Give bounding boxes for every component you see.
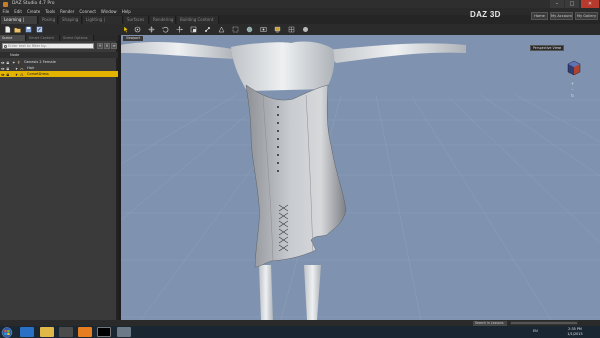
menu-edit[interactable]: Edit [12,8,25,15]
remove-node-button[interactable]: × [104,43,110,49]
home-link[interactable]: Home [531,12,548,20]
save-icon[interactable] [25,26,32,33]
tree-header-label: Node [10,53,20,57]
render-icon[interactable] [274,26,281,33]
hair-icon [20,66,24,70]
camera-selector[interactable]: Perspective View ▾ [530,45,564,51]
progress-bar [510,321,578,325]
tab-lighting-camera[interactable]: Lighting | Camera [83,16,123,30]
scene-toolbar [121,24,600,35]
tab-posing[interactable]: Posing [39,16,58,24]
app-icon [3,1,8,7]
tab-building-content[interactable]: Building Content [177,16,219,24]
tab-learning-creating[interactable]: Learning | Creating [1,16,38,30]
taskbar-clock[interactable]: 2:35 PM 1/1/2015 [558,326,592,338]
viewport-tab[interactable]: Viewport [123,36,143,41]
taskbar-ie-icon[interactable] [20,327,34,337]
taskbar-firefox-icon[interactable] [78,327,92,337]
node-select-icon[interactable] [134,26,141,33]
menu-tools[interactable]: Tools [43,8,58,15]
chevron-down-icon: ▾ [559,46,561,50]
render-settings-icon[interactable] [246,26,253,33]
camera-label: Perspective View [533,46,561,50]
title-bar: DAZ Studio 4.7 Pro – □ ✕ [0,0,600,8]
menu-connect[interactable]: Connect [77,8,99,15]
window-title: DAZ Studio 4.7 Pro [12,1,55,6]
eye-icon[interactable] [1,60,5,64]
expand-arrow-icon[interactable] [15,66,19,70]
tab-scene[interactable]: Scene [0,35,26,41]
maximize-button[interactable]: □ [565,0,579,8]
tree-header: Node [0,52,118,58]
expand-arrow-icon[interactable] [12,60,16,64]
menu-help[interactable]: Help [119,8,133,15]
start-button-icon[interactable] [1,326,13,338]
scale-tool-icon[interactable] [190,26,197,33]
rotate-tool-icon[interactable] [162,26,169,33]
brand-logo: DAZ 3D [470,10,501,19]
menu-window[interactable]: Window [98,8,119,15]
tab-rendering[interactable]: Rendering [150,16,176,24]
menu-render[interactable]: Render [58,8,77,15]
node-label: CorsetDress [27,72,49,76]
search-icon [3,44,7,48]
lock-icon[interactable] [6,72,10,77]
add-node-button[interactable]: + [97,43,103,49]
new-file-icon[interactable] [4,26,11,33]
scene-filter-input[interactable]: Enter text to filter by... [2,43,94,49]
language-indicator[interactable]: EN [533,329,538,333]
search-lessons-input[interactable]: Search in Lessons [473,320,507,326]
taskbar: EN 2:35 PM 1/1/2015 [0,326,600,338]
open-file-icon[interactable] [14,26,21,33]
zoom-out-icon[interactable]: – [570,87,575,92]
system-tray: EN [533,329,557,335]
save-as-icon[interactable] [36,26,43,33]
my-gallery-link[interactable]: My Gallery [575,12,598,20]
taskbar-media-icon[interactable] [59,327,73,337]
tab-smart-content[interactable]: Smart Content [27,35,60,41]
orbit-icon[interactable]: ↻ [570,93,575,98]
eye-icon[interactable] [1,72,5,76]
lock-icon[interactable] [6,66,10,71]
eye-icon[interactable] [1,66,5,70]
lock-icon[interactable] [6,60,10,65]
clothing-icon [20,72,24,77]
spot-render-icon[interactable] [260,26,267,33]
wireframe-icon[interactable] [288,26,295,33]
figure-icon [17,60,21,65]
minimize-button[interactable]: – [550,0,564,8]
expand-arrow-icon[interactable] [15,72,19,76]
scene-node-row-selected[interactable]: CorsetDress [0,71,118,77]
region-navigator-icon[interactable] [232,26,239,33]
navigation-cube-icon[interactable] [564,60,582,76]
taskbar-explorer-icon[interactable] [40,327,54,337]
shaded-icon[interactable] [302,26,309,33]
scene-panel: Scene Smart Content Scene Options Enter … [0,35,118,320]
pointer-tool-icon[interactable] [123,26,130,33]
tab-surfaces[interactable]: Surfaces [124,16,149,24]
floor-grid [121,94,600,320]
viewport-scene [121,41,600,320]
clock-date: 1/1/2015 [567,332,583,336]
joint-editor-icon[interactable] [204,26,211,33]
panel-menu-button[interactable]: ≡ [111,43,117,49]
taskbar-daz-studio-icon[interactable] [97,327,111,337]
translate-tool-icon[interactable] [176,26,183,33]
taskbar-app-icon[interactable] [117,327,131,337]
close-button[interactable]: ✕ [581,0,599,8]
menu-file[interactable]: File [0,8,12,15]
universal-tool-icon[interactable] [148,26,155,33]
zoom-in-icon[interactable]: + [570,81,575,86]
tab-shaping[interactable]: Shaping [59,16,82,24]
my-account-link[interactable]: My Account [550,12,573,20]
file-toolbar [0,24,121,35]
viewport[interactable]: Viewport Perspective View ▾ + – ↻ [121,35,600,320]
surface-selection-icon[interactable] [218,26,225,33]
scene-panel-tabs: Scene Smart Content Scene Options [0,35,118,41]
tab-scene-options[interactable]: Scene Options [61,35,94,41]
menu-create[interactable]: Create [24,8,42,15]
